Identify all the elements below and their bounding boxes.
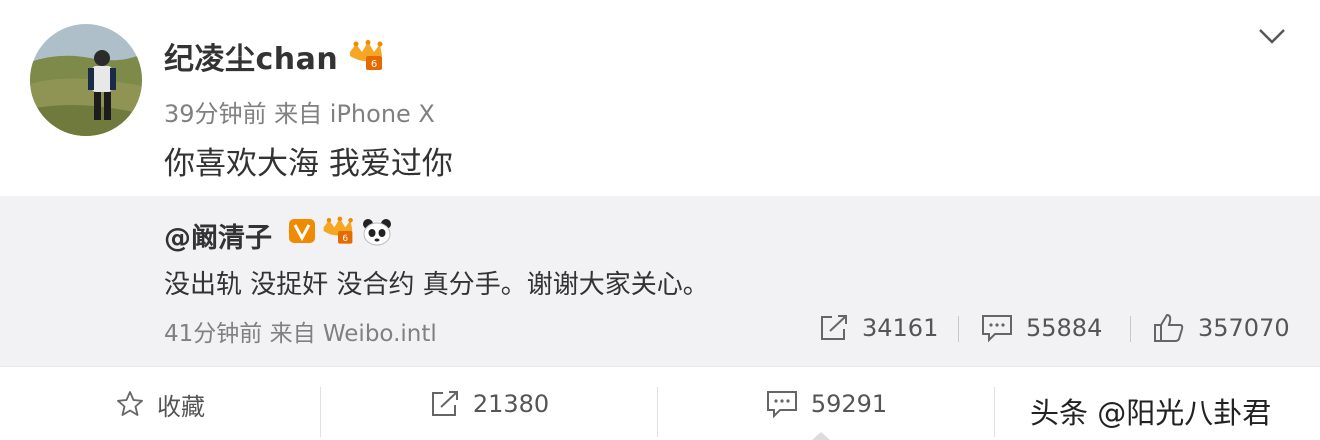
action-divider [994, 387, 995, 437]
repost-count: 34161 [862, 314, 939, 342]
comment-icon [766, 391, 797, 419]
reposted-weibo[interactable]: @阚清子 6 没出轨 没捉奸 没合约 真分手。谢谢大家关心。 41分钟前 来自 … [0, 196, 1320, 366]
repost-count-button[interactable]: 34161 [818, 312, 938, 344]
comment-count-button[interactable]: 55884 [980, 312, 1102, 344]
chevron-down-icon[interactable] [1256, 22, 1288, 50]
favorite-button[interactable]: 收藏 [0, 367, 320, 440]
comment-icon [982, 315, 1012, 343]
verified-v-icon [288, 218, 316, 244]
avatar-image [30, 24, 142, 136]
star-icon [117, 391, 143, 416]
panda-icon [362, 218, 392, 246]
comment-button[interactable]: 59291 [658, 367, 994, 440]
repost-icon [821, 315, 847, 340]
vip-crown-badge[interactable]: 6 [320, 216, 356, 246]
stat-divider [958, 316, 959, 342]
comment-count: 59291 [810, 390, 888, 418]
like-icon [1154, 313, 1184, 342]
svg-text:6: 6 [371, 59, 377, 70]
repost-icon [431, 391, 458, 416]
post-text: 你喜欢大海 我爱过你 [164, 146, 453, 182]
repost-meta: 41分钟前 来自 Weibo.intl [164, 321, 437, 347]
repost-username[interactable]: @阚清子 [164, 216, 272, 255]
stat-divider [1130, 316, 1131, 342]
repost-count: 21380 [472, 390, 550, 418]
user-avatar[interactable] [30, 24, 142, 136]
post-meta: 39分钟前 来自 iPhone X [164, 100, 435, 128]
weibo-post: 纪凌尘chan 6 39分钟前 来自 iPhone X 你喜欢大海 我爱过你 [0, 0, 1320, 196]
like-count-button[interactable]: 357070 [1152, 312, 1290, 344]
watermark: 头条 @阳光八卦君 [1030, 396, 1272, 430]
active-tab-indicator [812, 432, 830, 440]
comment-count: 55884 [1026, 314, 1103, 342]
repost-text: 没出轨 没捉奸 没合约 真分手。谢谢大家关心。 [164, 270, 709, 300]
repost-button[interactable]: 21380 [321, 367, 657, 440]
favorite-label: 收藏 [157, 392, 205, 421]
like-count: 357070 [1198, 314, 1290, 342]
vip-crown-badge[interactable]: 6 [346, 40, 386, 72]
post-username[interactable]: 纪凌尘chan [164, 34, 338, 78]
svg-text:6: 6 [342, 234, 348, 244]
